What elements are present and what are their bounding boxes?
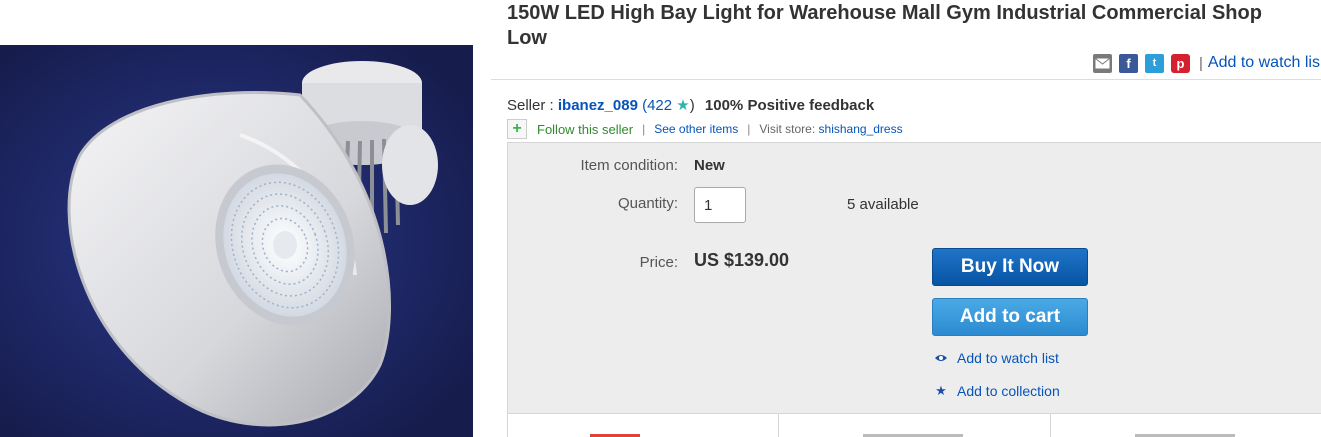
led-high-bay-light-illustration bbox=[0, 45, 473, 437]
star-icon: ★ bbox=[935, 383, 947, 398]
price-value: US $139.00 bbox=[694, 250, 790, 270]
info-cell bbox=[1051, 414, 1321, 437]
item-condition-value: New bbox=[694, 157, 725, 174]
add-to-collection-action[interactable]: ★ Add to collection bbox=[933, 383, 1060, 399]
available-count: 5 available bbox=[847, 196, 919, 213]
add-to-watch-list-label: Add to watch list bbox=[957, 350, 1059, 366]
info-cell bbox=[508, 414, 780, 437]
feedback-star-icon: ★ bbox=[676, 97, 690, 114]
see-other-items-link[interactable]: See other items bbox=[654, 122, 738, 136]
listing-title-line1: 150W LED High Bay Light for Warehouse Ma… bbox=[507, 2, 1262, 24]
product-image[interactable] bbox=[0, 45, 473, 437]
seller-actions: + Follow this seller | See other items |… bbox=[507, 119, 903, 139]
listing-title-line2: Low bbox=[507, 27, 547, 49]
seller-info: Seller : ibanez_089 (422 ★) 100% Positiv… bbox=[507, 96, 874, 114]
share-separator: | bbox=[1199, 54, 1203, 72]
add-to-watch-list-action[interactable]: Add to watch list bbox=[933, 350, 1059, 366]
separator: | bbox=[747, 122, 751, 136]
quantity-label: Quantity: bbox=[617, 195, 678, 212]
twitter-icon[interactable]: t bbox=[1145, 53, 1164, 73]
share-bar: f t p | Add to watch lis bbox=[1093, 52, 1320, 74]
feedback-count-link[interactable]: 422 bbox=[647, 97, 672, 114]
seller-name-link[interactable]: ibanez_089 bbox=[558, 97, 638, 114]
add-to-collection-label: Add to collection bbox=[957, 383, 1060, 399]
title-divider bbox=[491, 79, 1321, 80]
facebook-icon[interactable]: f bbox=[1119, 53, 1138, 73]
visit-store-label: Visit store: bbox=[759, 122, 816, 136]
item-condition-label: Item condition: bbox=[580, 157, 678, 174]
separator: | bbox=[642, 122, 646, 136]
info-cell bbox=[779, 414, 1051, 437]
pinterest-icon[interactable]: p bbox=[1171, 53, 1190, 73]
price-label: Price: bbox=[639, 254, 678, 271]
quantity-input[interactable]: 1 bbox=[694, 187, 746, 223]
follow-plus-icon[interactable]: + bbox=[507, 119, 527, 139]
seller-label: Seller : bbox=[507, 97, 554, 114]
add-to-cart-button[interactable]: Add to cart bbox=[932, 298, 1088, 336]
store-name-link[interactable]: shishang_dress bbox=[819, 122, 903, 136]
purchase-panel bbox=[507, 142, 1321, 437]
add-to-watch-list-link[interactable]: Add to watch lis bbox=[1208, 54, 1320, 72]
eye-icon bbox=[933, 351, 949, 366]
follow-seller-link[interactable]: Follow this seller bbox=[537, 122, 633, 137]
positive-feedback: 100% Positive feedback bbox=[704, 97, 875, 114]
buy-it-now-button[interactable]: Buy It Now bbox=[932, 248, 1088, 286]
info-strip bbox=[508, 413, 1321, 437]
email-icon[interactable] bbox=[1093, 53, 1112, 73]
close-paren: ) bbox=[689, 97, 695, 114]
listing-title: 150W LED High Bay Light for Warehouse Ma… bbox=[507, 1, 1321, 51]
